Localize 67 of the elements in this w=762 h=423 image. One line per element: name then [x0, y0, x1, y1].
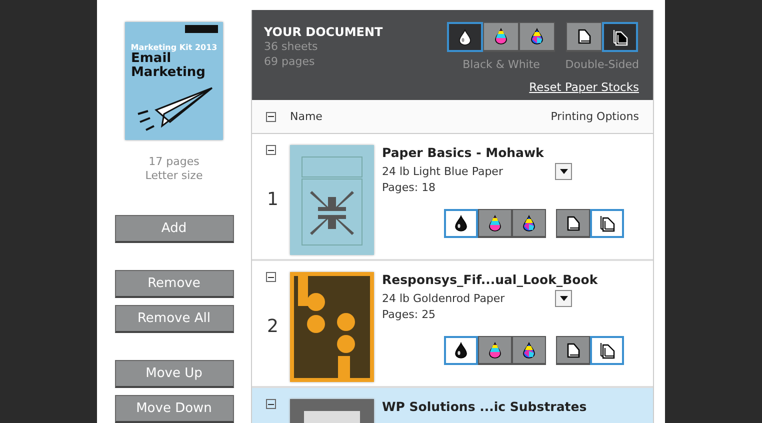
document-row[interactable]: 2 Responsys_Fif...ual_Look_Book 24 lb Goldenrod Paper Pages: 25	[252, 261, 653, 388]
ink-drop-icon	[530, 28, 544, 45]
action-button[interactable]: Add	[114, 215, 234, 243]
row-number: 1	[267, 189, 278, 210]
collapse-icon[interactable]	[266, 399, 276, 409]
page-icon	[566, 342, 580, 358]
publisher-logo	[185, 25, 218, 33]
dropdown-button[interactable]	[555, 290, 572, 307]
page-icon	[566, 214, 580, 232]
page-count: Pages: 18	[382, 181, 437, 194]
caret-icon	[560, 296, 568, 301]
print-option-button[interactable]	[566, 22, 602, 52]
print-option-button[interactable]	[590, 336, 624, 365]
print-option-button[interactable]	[444, 336, 478, 365]
collapse-icon[interactable]	[266, 272, 276, 282]
print-option-button[interactable]	[519, 22, 556, 52]
paper-stock: 24 lb Light Blue Paper	[382, 165, 503, 178]
print-option-button[interactable]	[447, 22, 484, 52]
print-option-button[interactable]	[590, 209, 624, 238]
caret-icon	[560, 169, 568, 174]
page-size: Letter size	[145, 169, 203, 183]
print-option-button[interactable]	[444, 209, 478, 238]
action-button[interactable]: Move Up	[114, 360, 234, 388]
document-row[interactable]: WP Solutions ...ic Substrates	[252, 388, 653, 423]
print-option-button[interactable]	[478, 209, 512, 238]
collapse-icon[interactable]	[266, 145, 276, 155]
ink-drop-icon	[454, 215, 468, 232]
ink-drop-icon	[522, 342, 536, 358]
print-option-button[interactable]	[512, 336, 546, 365]
column-heading: Name	[290, 110, 324, 123]
column-heading: Printing Options	[550, 110, 639, 123]
page-icon	[600, 215, 614, 232]
page-icon	[600, 342, 614, 359]
cover-title: Email Marketing	[131, 52, 206, 80]
document-row[interactable]: 1 Paper Basics - Mohawk 24 lb Light Blue Paper Pages: 18	[252, 134, 653, 261]
action-button[interactable]: Remove All	[114, 305, 234, 333]
row-number: 2	[267, 316, 278, 337]
ink-drop-icon	[522, 214, 536, 232]
print-option-button[interactable]	[602, 22, 638, 52]
collapse-icon[interactable]	[266, 112, 276, 122]
print-option-button[interactable]	[556, 336, 590, 365]
color-mode-label: Black & White	[462, 58, 540, 71]
ink-drop-icon	[454, 342, 468, 359]
dropdown-button[interactable]	[555, 163, 572, 180]
ink-drop-icon	[488, 214, 502, 232]
page-total: 69 pages	[264, 54, 316, 69]
reset-paper-link[interactable]: Reset Paper Stocks	[529, 80, 639, 94]
print-option-button[interactable]	[512, 209, 546, 238]
document-title: WP Solutions ...ic Substrates	[382, 399, 588, 414]
action-button[interactable]: Remove	[114, 270, 234, 298]
sheet-count: 36 sheets	[264, 39, 319, 54]
action-button[interactable]: Move Down	[114, 395, 234, 423]
paper-stock: 24 lb Goldenrod Paper	[382, 292, 505, 305]
print-option-button[interactable]	[556, 209, 590, 238]
print-option-button[interactable]	[478, 336, 512, 365]
ink-drop-icon	[458, 28, 472, 46]
sides-label: Double-Sided	[565, 58, 639, 71]
page-icon	[576, 28, 592, 45]
page-count: 17 pages	[148, 155, 200, 169]
ink-drop-icon	[494, 28, 508, 45]
summary-title: YOUR DOCUMENT	[264, 25, 383, 39]
cover-subtitle: Marketing Kit 2013	[130, 43, 218, 52]
document-title: Paper Basics - Mohawk	[382, 145, 545, 160]
ink-drop-icon	[488, 342, 502, 358]
document-title: Responsys_Fif...ual_Look_Book	[382, 272, 599, 287]
page-icon	[612, 28, 628, 46]
page-count: Pages: 25	[382, 308, 437, 321]
